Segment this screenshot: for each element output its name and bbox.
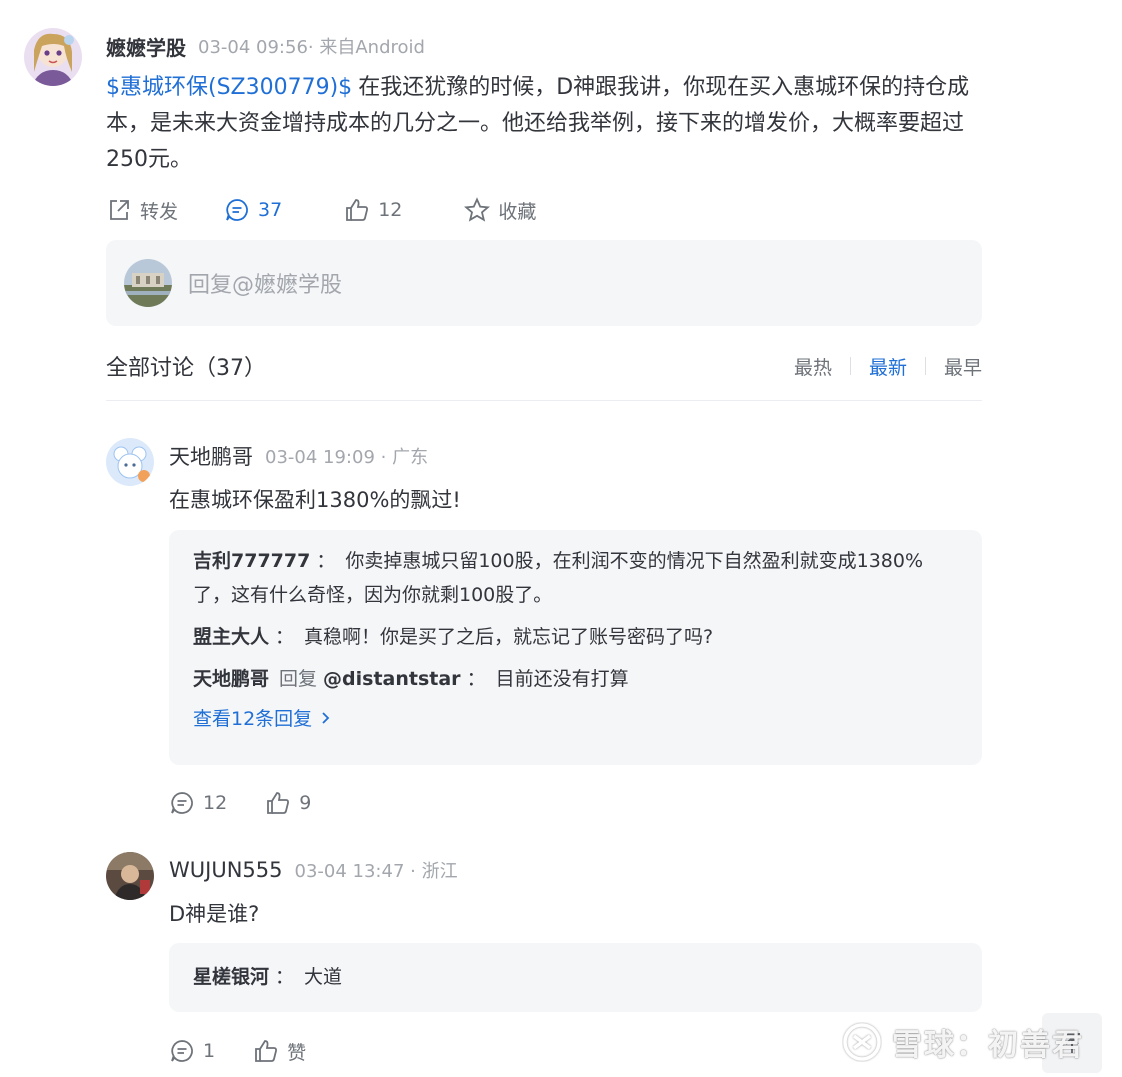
comment-text: 在惠城环保盈利1380%的飘过! (169, 488, 461, 512)
repost-button[interactable]: 转发 (106, 197, 178, 224)
commenter-avatar[interactable] (106, 852, 154, 900)
comment-like-count: 9 (299, 792, 312, 814)
thumbs-up-icon (267, 792, 290, 814)
reply-item[interactable]: 盟主大人：真稳啊！你是买了之后，就忘记了账号密码了吗? (193, 620, 958, 654)
reply-user[interactable]: 天地鹏哥 (193, 668, 269, 690)
snowball-logo-icon (843, 1023, 881, 1061)
comment-text: D神是谁? (169, 902, 260, 926)
comment-like-button[interactable]: 9 (265, 790, 311, 816)
reply-to-user[interactable]: @distantstar (323, 668, 461, 690)
stock-link[interactable]: $惠城环保(SZ300779)$ (106, 75, 352, 100)
discussion-header: 全部讨论（37） 最热 最新 最早 (106, 346, 982, 386)
comment-like-button[interactable]: 赞 (253, 1038, 306, 1065)
reply-item[interactable]: 天地鹏哥 回复 @distantstar：目前还没有打算 (193, 662, 958, 696)
author-avatar[interactable] (24, 28, 82, 86)
comment-reply-button[interactable]: 1 (169, 1038, 215, 1064)
repost-icon (110, 200, 129, 220)
post-header: 嬷嬷学股 03-04 09:56· 来自Android (106, 30, 425, 62)
sort-hot-tab[interactable]: 最热 (794, 353, 832, 380)
chevron-right-icon (322, 711, 330, 724)
post-meta: 03-04 09:56· 来自Android (198, 37, 425, 58)
watermark: 雪球：初善君 (842, 1020, 1084, 1064)
reply-user[interactable]: 吉利777777 (193, 550, 310, 572)
post-author-name[interactable]: 嬷嬷学股 (106, 32, 186, 61)
comment-reply-button[interactable]: 12 (169, 790, 227, 816)
comment-actions: 12 9 (169, 787, 349, 819)
view-more-label: 查看12条回复 (193, 708, 313, 730)
sort-new-tab[interactable]: 最新 (869, 353, 907, 380)
post-actions: 转发 37 12 收藏 (106, 192, 536, 228)
comment-actions: 1 赞 (169, 1035, 344, 1067)
commenter-name[interactable]: WUJUN555 (169, 858, 283, 882)
section-divider (106, 400, 982, 401)
reply-text: 真稳啊！你是买了之后，就忘记了账号密码了吗? (304, 626, 714, 648)
reply-input[interactable]: 回复@嬷嬷学股 (106, 240, 982, 326)
replies-box: 星槎银河：大道 (169, 943, 982, 1012)
favorite-label: 收藏 (498, 200, 537, 223)
comment-like-label: 赞 (287, 1041, 307, 1064)
post-body: $惠城环保(SZ300779)$ 在我还犹豫的时候，D神跟我讲，你现在买入惠城环保… (106, 70, 986, 178)
reply-item[interactable]: 星槎银河：大道 (193, 960, 958, 994)
sort-early-tab[interactable]: 最早 (944, 353, 982, 380)
reply-placeholder: 回复@嬷嬷学股 (188, 273, 343, 298)
view-more-replies-link[interactable]: 查看12条回复 (193, 704, 332, 731)
commenter-avatar[interactable] (106, 438, 154, 486)
repost-label: 转发 (140, 200, 179, 223)
comment-button[interactable]: 37 (224, 197, 282, 223)
reply-text: 目前还没有打算 (495, 668, 629, 690)
like-count: 12 (378, 199, 403, 221)
discussion-title: 全部讨论（37） (106, 356, 266, 381)
comment-count: 37 (258, 199, 283, 221)
sort-divider (924, 357, 926, 375)
commenter-name[interactable]: 天地鹏哥 (169, 441, 253, 471)
comment-icon (171, 1040, 193, 1062)
reply-user[interactable]: 盟主大人 (193, 626, 269, 648)
sort-divider (849, 357, 851, 375)
comment-icon (171, 792, 193, 814)
thumbs-up-icon (346, 199, 369, 221)
comment-header: 天地鹏哥 03-04 19:09 · 广东 (169, 440, 428, 472)
my-avatar (124, 259, 172, 307)
reply-word: 回复 (279, 668, 318, 690)
comment-icon (226, 199, 248, 221)
comment-meta: 03-04 13:47 · 浙江 (294, 861, 458, 882)
watermark-text: 雪球：初善君 (892, 1028, 1084, 1063)
sort-tabs: 最热 最新 最早 (794, 353, 982, 380)
reply-item[interactable]: 吉利777777：你卖掉惠城只留100股，在利润不变的情况下自然盈利就变成138… (193, 544, 958, 612)
reply-text: 大道 (304, 966, 343, 988)
favorite-button[interactable]: 收藏 (464, 197, 536, 224)
comment-header: WUJUN555 03-04 13:47 · 浙江 (169, 854, 458, 886)
star-icon (464, 197, 491, 222)
reply-user[interactable]: 星槎银河 (193, 966, 269, 988)
replies-box: 吉利777777：你卖掉惠城只留100股，在利润不变的情况下自然盈利就变成138… (169, 530, 982, 765)
comment-meta: 03-04 19:09 · 广东 (265, 447, 429, 468)
like-button[interactable]: 12 (344, 197, 402, 223)
thumbs-up-icon (255, 1040, 278, 1062)
comment-reply-count: 1 (203, 1040, 216, 1062)
comment-reply-count: 12 (203, 792, 228, 814)
